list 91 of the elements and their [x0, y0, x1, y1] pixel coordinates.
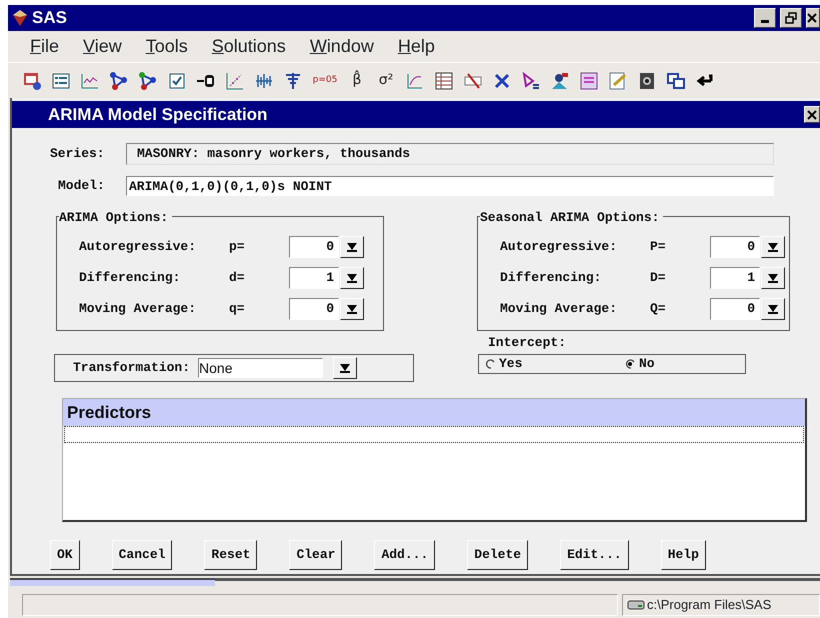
list-row[interactable]: [64, 426, 804, 443]
dropdown-button[interactable]: [761, 266, 785, 288]
close-button[interactable]: [804, 106, 820, 123]
field-label: Autoregressive:: [500, 238, 618, 256]
dialog-button[interactable]: Cancel: [112, 540, 172, 570]
restore-icon: [785, 12, 797, 24]
field-label: d=: [229, 268, 246, 287]
checkbox-icon[interactable]: [167, 70, 187, 91]
document-icon[interactable]: [579, 70, 599, 91]
toolbar-button[interactable]: σ²: [376, 70, 396, 91]
field-label: P=: [650, 238, 667, 256]
dropdown-button[interactable]: [761, 298, 785, 320]
close-icon: [807, 12, 817, 23]
caret-icon: [767, 272, 779, 282]
app-logo-icon: [12, 8, 28, 27]
minimize-button[interactable]: [754, 8, 776, 28]
network-icon[interactable]: [109, 70, 129, 91]
field-label: Autoregressive:: [79, 238, 198, 256]
dialog-button[interactable]: Help: [660, 540, 706, 570]
radio-button[interactable]: [625, 359, 635, 369]
network-icon[interactable]: [521, 70, 541, 91]
dialog-button[interactable]: OK: [50, 540, 80, 570]
network-icon[interactable]: [138, 70, 158, 91]
field-label: D=: [650, 268, 667, 287]
field-label: Differencing:: [500, 268, 602, 287]
menu-item[interactable]: Solutions: [200, 32, 298, 60]
windows-icon[interactable]: [666, 70, 686, 91]
dialog-button[interactable]: Clear: [289, 540, 342, 570]
toolbar-button[interactable]: p=05: [312, 70, 338, 91]
field-label: q=: [229, 300, 246, 318]
field-label: Differencing:: [79, 268, 182, 287]
field-label: Moving Average:: [500, 300, 618, 318]
dialog-button[interactable]: Delete: [467, 540, 528, 570]
field-label: Moving Average:: [79, 300, 198, 318]
crossed-icon[interactable]: [463, 70, 483, 91]
status-path: c:\Program Files\SAS: [647, 596, 772, 614]
field-label: Transformation:: [73, 359, 190, 378]
menu-item[interactable]: View: [71, 32, 134, 60]
dropdown-field[interactable]: None: [198, 358, 324, 378]
dialog-title: ARIMA Model Specification: [48, 104, 268, 126]
caret-icon: [339, 363, 352, 373]
menu-item[interactable]: Window: [298, 32, 386, 60]
dropdown-field[interactable]: 0: [710, 298, 760, 320]
restore-button[interactable]: [780, 8, 802, 28]
dropdown-button[interactable]: [761, 236, 785, 258]
minimize-icon: [761, 20, 769, 23]
dropdown-button[interactable]: [340, 266, 364, 288]
drive-icon: [627, 600, 645, 610]
series-field: MASONRY: masonry workers, thousands: [126, 143, 774, 165]
dropdown-button[interactable]: [340, 236, 364, 258]
caret-icon: [767, 304, 779, 314]
monitor-icon[interactable]: [22, 70, 42, 91]
field-label: Q=: [650, 300, 667, 318]
dialog-button[interactable]: Reset: [204, 540, 258, 570]
close-button[interactable]: [806, 8, 820, 28]
menu-item[interactable]: Help: [386, 32, 447, 60]
dropdown-field[interactable]: 0: [289, 236, 339, 258]
list-icon[interactable]: [51, 70, 71, 91]
caret-icon: [346, 272, 358, 282]
caret-icon: [767, 242, 779, 252]
field-label: p=: [229, 238, 246, 256]
radio-option[interactable]: Yes: [485, 354, 625, 374]
close-icon: [807, 110, 817, 120]
radio-option[interactable]: No: [625, 354, 725, 374]
dialog-button[interactable]: Edit...: [560, 540, 629, 570]
scatter-plot-icon[interactable]: [225, 70, 245, 91]
model-field[interactable]: ARIMA(0,1,0)(0,1,0)s NOINT: [126, 176, 774, 196]
toolbar-button[interactable]: β̂: [347, 70, 367, 91]
dropdown-button[interactable]: [333, 357, 358, 379]
table-icon[interactable]: [434, 70, 454, 91]
document-icon[interactable]: [608, 70, 628, 91]
safe-icon[interactable]: [637, 70, 657, 91]
group-title: Intercept:: [487, 334, 568, 352]
dialog-button[interactable]: Add...: [374, 540, 436, 570]
field-label: Series:: [49, 145, 106, 164]
person-icon[interactable]: [550, 70, 570, 91]
menu-item[interactable]: File: [18, 32, 72, 60]
field-label: Model:: [57, 177, 106, 196]
caret-icon: [346, 304, 358, 314]
caret-icon: [346, 242, 358, 252]
scrollbar-thumb[interactable]: [10, 578, 215, 586]
dropdown-field[interactable]: 1: [289, 266, 339, 288]
dropdown-field[interactable]: 0: [289, 298, 339, 320]
radio-button[interactable]: [485, 359, 495, 369]
window-title: SAS: [32, 7, 67, 29]
dropdown-button[interactable]: [340, 298, 364, 320]
dropdown-field[interactable]: 1: [710, 266, 760, 288]
tree-icon[interactable]: [283, 70, 303, 91]
dropdown-field[interactable]: 0: [710, 236, 760, 258]
list-header: Predictors: [63, 399, 805, 426]
menu-item[interactable]: Tools: [134, 32, 200, 60]
